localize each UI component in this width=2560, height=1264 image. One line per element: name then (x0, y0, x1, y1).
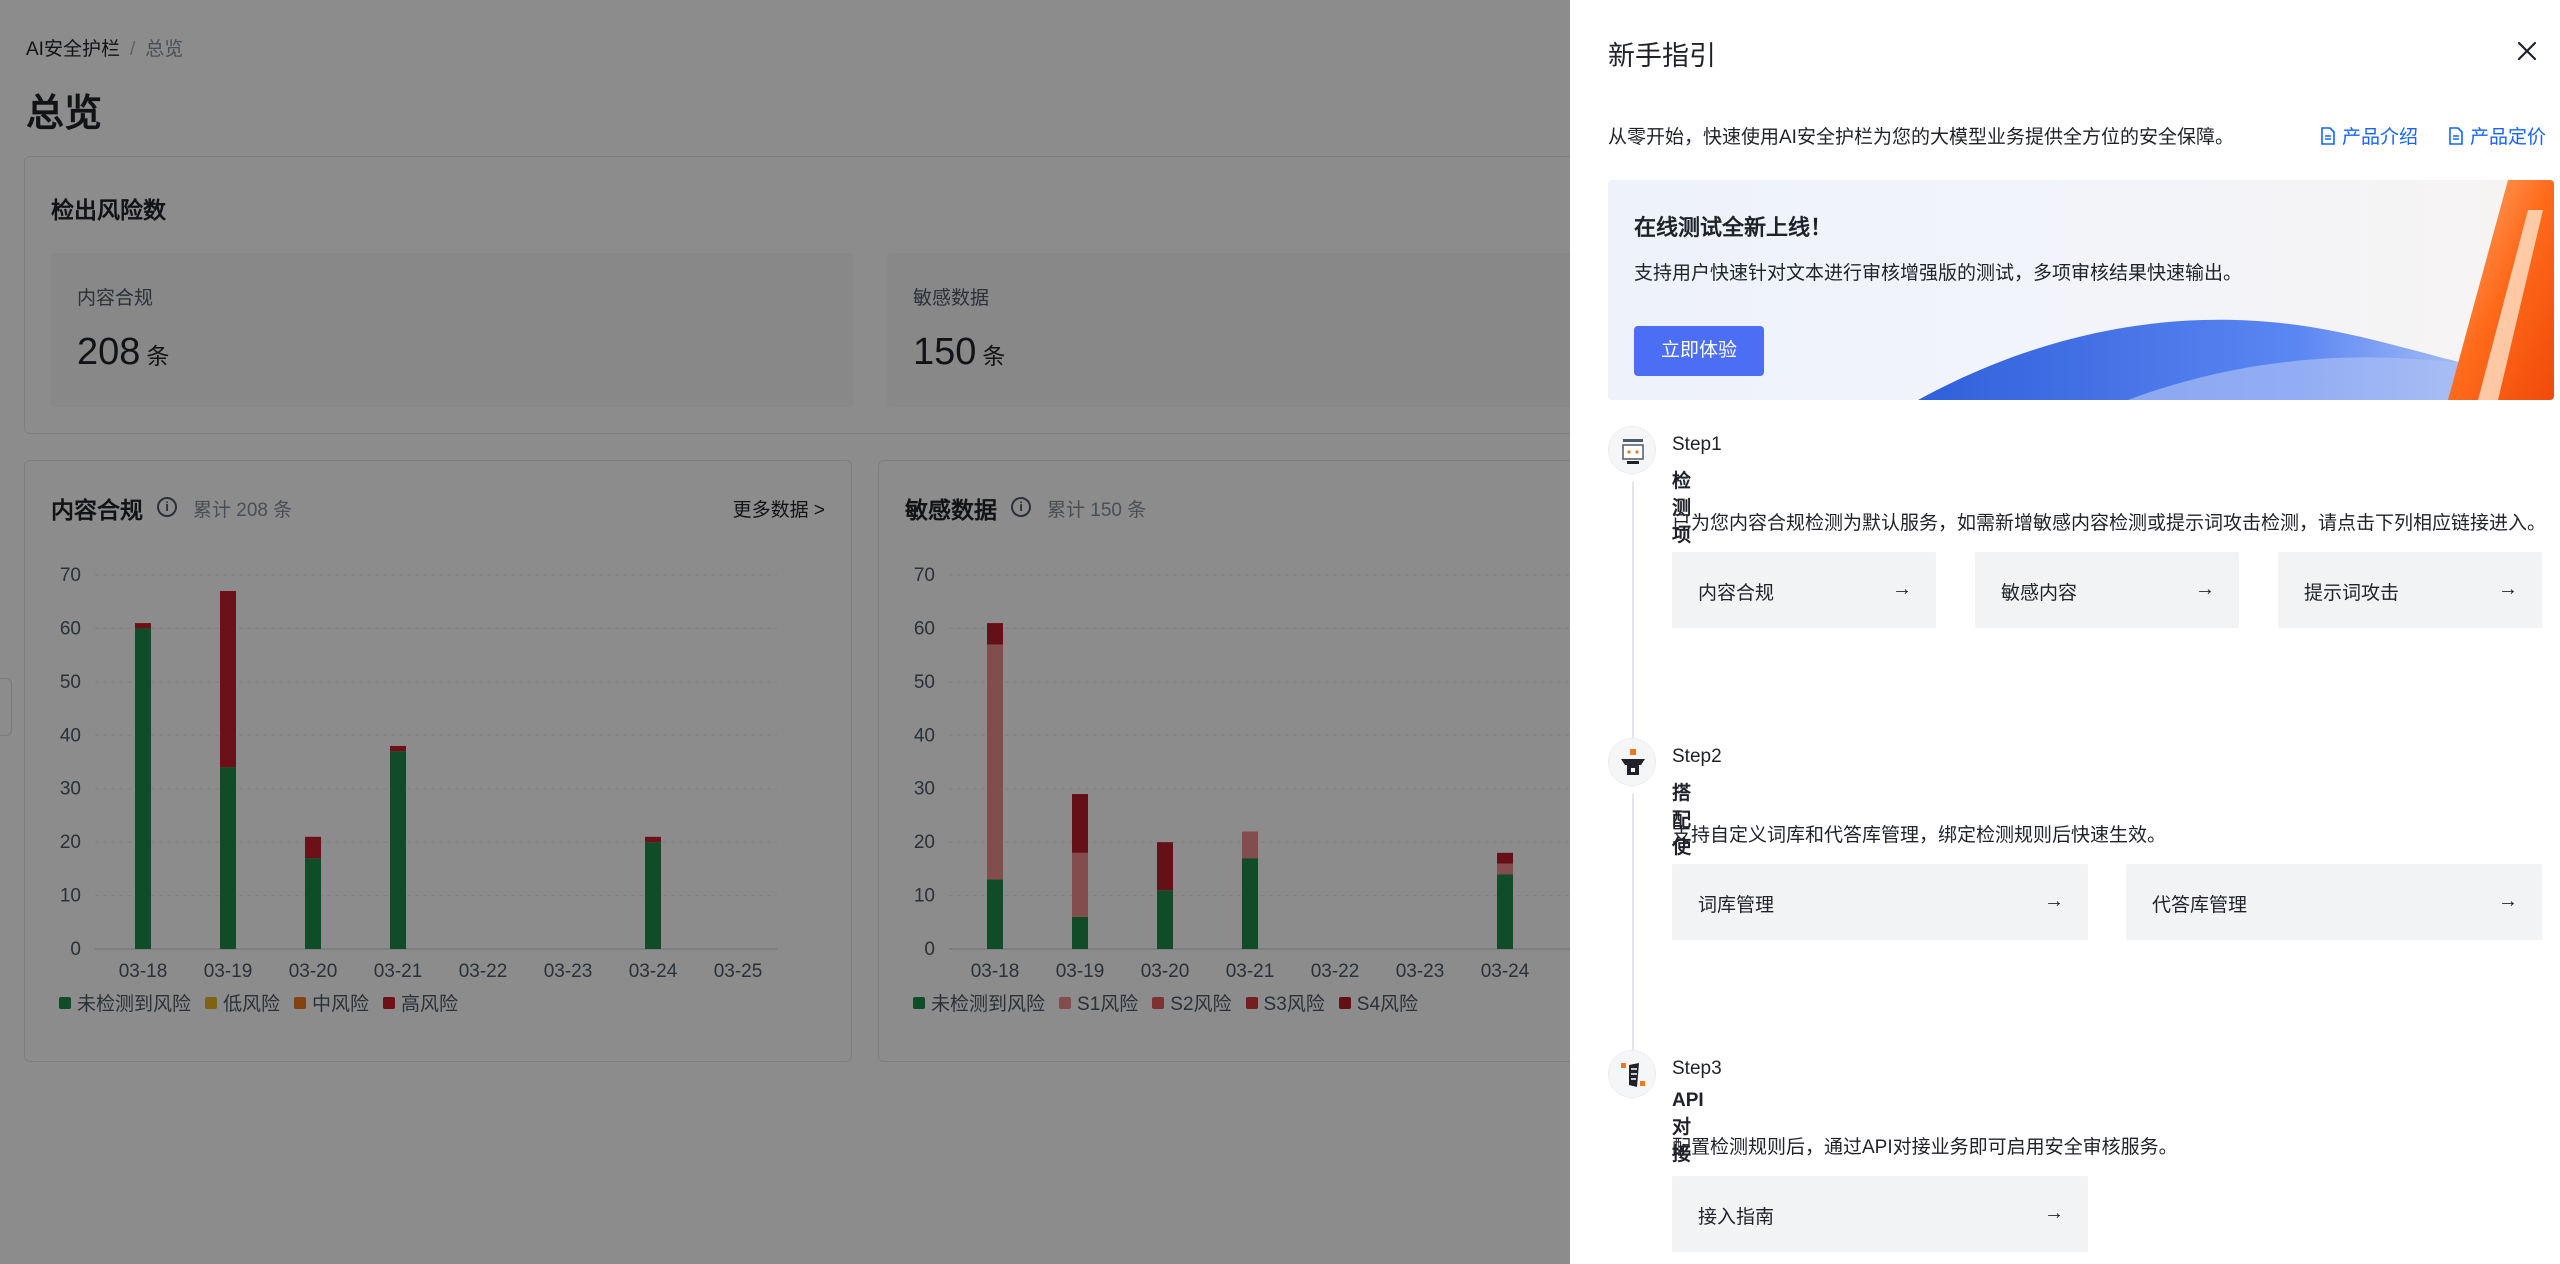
arrow-right-icon: → (2044, 890, 2064, 912)
integration-guide-link-button[interactable]: 接入指南 → (1672, 1176, 2088, 1252)
drawer-title: 新手指引 (1608, 41, 1716, 71)
step-description: 配置检测规则后，通过API对接业务即可启用安全审核服务。 (1672, 1137, 2178, 1158)
document-icon (2321, 126, 2335, 145)
step-description: 支持自定义词库和代答库管理，绑定检测规则后快速生效。 (1672, 825, 2167, 846)
combine-icon (1608, 738, 1656, 786)
product-pricing-link[interactable]: 产品定价 (2448, 122, 2546, 149)
close-icon[interactable] (2514, 38, 2540, 64)
content-compliance-link-button[interactable]: 内容合规 → (1672, 552, 1936, 628)
arrow-right-icon: → (2195, 578, 2215, 600)
banner-description: 支持用户快速针对文本进行审核增强版的测试，多项审核结果快速输出。 (1634, 263, 2243, 284)
prompt-attack-link-button[interactable]: 提示词攻击 → (2278, 552, 2542, 628)
step-connector (1632, 794, 1634, 1050)
lexicon-management-link-button[interactable]: 词库管理 → (1672, 864, 2088, 940)
arrow-right-icon: → (1892, 578, 1912, 600)
arrow-right-icon: → (2044, 1202, 2064, 1224)
config-icon (1608, 426, 1656, 474)
step-label: Step2 (1672, 746, 1722, 767)
step-label: Step3 (1672, 1058, 1722, 1079)
drawer-intro: 从零开始，快速使用AI安全护栏为您的大模型业务提供全方位的安全保障。 (1608, 127, 2234, 148)
try-now-button[interactable]: 立即体验 (1634, 326, 1764, 376)
api-icon (1608, 1050, 1656, 1098)
step-label: Step1 (1672, 434, 1722, 455)
online-test-banner: 在线测试全新上线！ 支持用户快速针对文本进行审核增强版的测试，多项审核结果快速输… (1608, 180, 2554, 400)
guide-drawer: 新手指引 从零开始，快速使用AI安全护栏为您的大模型业务提供全方位的安全保障。 … (1570, 0, 2560, 1264)
sensitive-content-link-button[interactable]: 敏感内容 → (1975, 552, 2239, 628)
step-connector (1632, 482, 1634, 738)
arrow-right-icon: → (2498, 578, 2518, 600)
document-icon (2449, 126, 2463, 145)
banner-title: 在线测试全新上线！ (1634, 215, 1833, 240)
step-description: 已为您内容合规检测为默认服务，如需新增敏感内容检测或提示词攻击检测，请点击下列相… (1672, 513, 2547, 534)
answer-library-link-button[interactable]: 代答库管理 → (2126, 864, 2542, 940)
arrow-right-icon: → (2498, 890, 2518, 912)
product-intro-link[interactable]: 产品介绍 (2320, 122, 2418, 149)
